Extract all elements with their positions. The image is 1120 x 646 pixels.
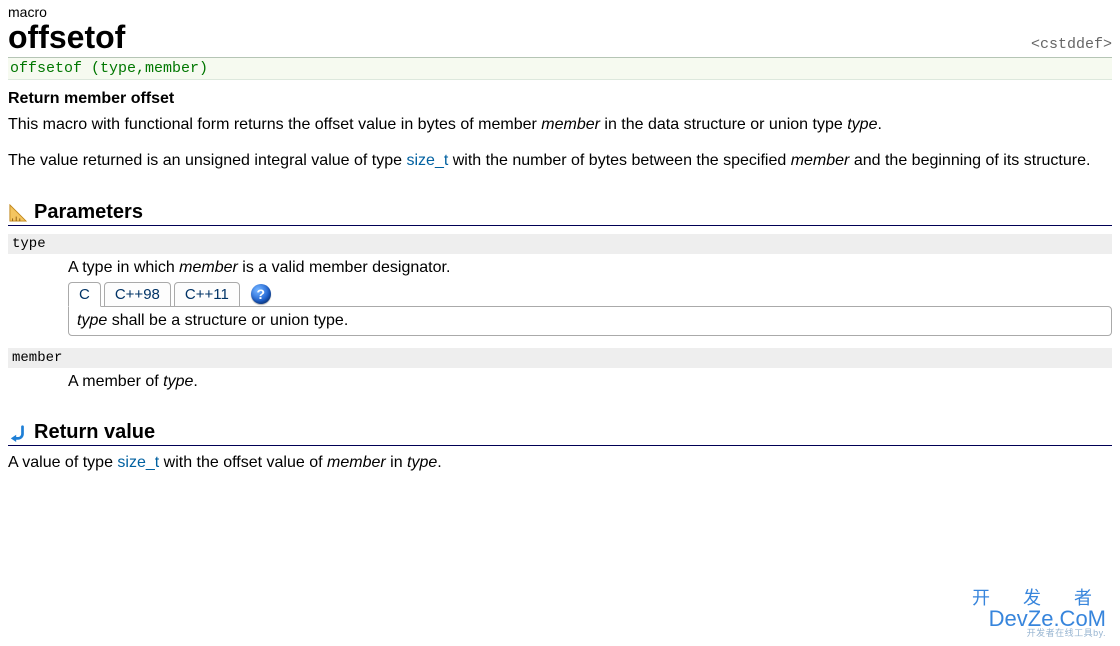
return-icon [8,423,28,443]
tab-cpp98[interactable]: C++98 [104,282,171,307]
param-ref: member [179,259,238,276]
watermark-cn: 开 发 者 [972,589,1106,608]
text: A type in which [68,259,179,276]
text: . [877,116,881,133]
text: The value returned is an unsigned integr… [8,152,406,169]
text: with the number of bytes between the spe… [448,152,790,169]
param-ref: type [163,373,193,390]
watermark: 开 发 者 DevZe.CoM 开发者在线工具by. [972,589,1106,638]
section-title: Return value [34,421,155,444]
help-icon[interactable]: ? [251,284,271,304]
size_t-link[interactable]: size_t [117,454,159,471]
description-2: The value returned is an unsigned integr… [8,150,1112,172]
param-ref: type [407,454,437,471]
param-ref: type [847,116,877,133]
text: is a valid member designator. [238,259,451,276]
text: in the data structure or union type [600,116,847,133]
page-title: offsetof [8,20,125,55]
watermark-sm: 开发者在线工具by. [972,629,1106,638]
short-desc-heading: Return member offset [8,90,1112,108]
text: with the offset value of [159,454,327,471]
text: . [193,373,197,390]
text: A member of [68,373,163,390]
param-term-member: member [8,348,1112,369]
text: . [437,454,441,471]
param-ref: member [791,152,850,169]
kind-label: macro [8,4,1112,20]
param-ref: type [77,312,107,329]
text: A value of type [8,454,117,471]
standard-tabs: C C++98 C++11 ? type shall be a structur… [68,281,1112,336]
param-desc-member: A member of type. [68,373,1112,391]
text: This macro with functional form returns … [8,116,541,133]
description-1: This macro with functional form returns … [8,114,1112,136]
return-value-text: A value of type size_t with the offset v… [8,452,1112,474]
tab-body: type shall be a structure or union type. [68,306,1112,336]
param-ref: member [541,116,600,133]
tab-c[interactable]: C [68,282,101,307]
section-return: Return value [8,421,1112,446]
parameter-list: type A type in which member is a valid m… [8,234,1112,391]
syntax-box: offsetof (type,member) [8,57,1112,80]
tab-strip: C C++98 C++11 ? [68,281,1112,306]
tab-cpp11[interactable]: C++11 [174,282,240,307]
section-title: Parameters [34,201,143,224]
header-row: offsetof <cstddef> [8,20,1112,55]
text: in [386,454,407,471]
param-ref: member [327,454,386,471]
text: shall be a structure or union type. [107,312,348,329]
size_t-link[interactable]: size_t [406,152,448,169]
section-parameters: Parameters [8,201,1112,226]
text: and the beginning of its structure. [849,152,1090,169]
watermark-en: DevZe.CoM [972,607,1106,630]
param-desc-type: A type in which member is a valid member… [68,259,1112,336]
header-include: <cstddef> [1031,36,1112,53]
param-term-type: type [8,234,1112,255]
ruler-icon [8,203,28,223]
